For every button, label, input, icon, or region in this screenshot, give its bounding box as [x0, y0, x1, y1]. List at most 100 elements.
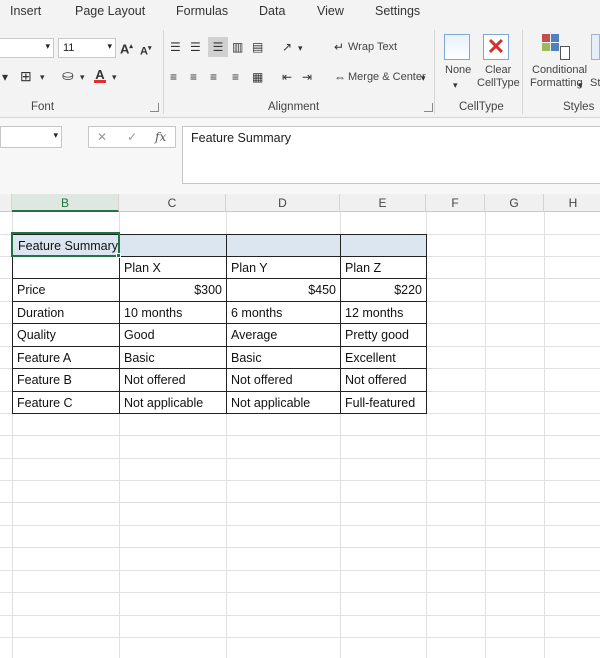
merge-center-button[interactable]: Merge & Center	[348, 71, 426, 83]
align-top-icon[interactable]: ☰	[170, 40, 181, 54]
align-justify-icon[interactable]: ≡	[232, 70, 239, 84]
cell-value[interactable]: Good	[120, 324, 159, 346]
cell-value[interactable]: 6 months	[227, 302, 286, 324]
wrap-text-button[interactable]: Wrap Text	[348, 41, 397, 53]
column-header-c[interactable]: C	[119, 194, 226, 212]
align-right-icon[interactable]: ≡	[210, 70, 217, 84]
tab-settings[interactable]: Settings	[375, 4, 420, 18]
cell-value[interactable]: Not offered	[120, 369, 190, 391]
chevron-down-icon[interactable]: ▾	[40, 70, 45, 84]
cell-row-label[interactable]: Quality	[13, 324, 60, 346]
cell-header-plan-x[interactable]: Plan X	[120, 257, 165, 279]
none-celltype-button[interactable]: None	[445, 64, 471, 76]
tab-page-layout[interactable]: Page Layout	[75, 4, 145, 18]
cell-value[interactable]: Not applicable	[227, 392, 314, 414]
align-bottom-icon[interactable]: ☰	[208, 37, 228, 57]
cell-row-label[interactable]: Feature C	[13, 392, 77, 414]
tab-insert[interactable]: Insert	[10, 4, 41, 18]
cell-value[interactable]: Full-featured	[341, 392, 419, 414]
cell-value[interactable]: Not offered	[341, 369, 411, 391]
clear-celltype-label-line2[interactable]: CellType	[477, 77, 520, 89]
alignment-dialog-launcher[interactable]	[424, 103, 433, 112]
cell-styles-icon[interactable]	[591, 34, 600, 60]
clear-celltype-icon[interactable]: ✕	[483, 34, 509, 60]
font-family-box[interactable]: ▾	[0, 38, 54, 58]
conditional-formatting-label-line2[interactable]: Formatting	[530, 77, 583, 89]
column-header-g[interactable]: G	[485, 194, 544, 212]
cell-styles-label[interactable]: St	[590, 77, 600, 89]
formula-input[interactable]: Feature Summary	[182, 126, 600, 184]
increase-indent-icon[interactable]: ⇥	[302, 70, 312, 84]
insert-function-icon[interactable]: fx	[155, 130, 166, 144]
column-header-a[interactable]	[0, 194, 12, 212]
chevron-down-icon[interactable]: ▾	[453, 78, 458, 92]
font-color-icon[interactable]: A	[94, 68, 106, 83]
cell-value[interactable]: Basic	[227, 347, 266, 369]
worksheet-grid[interactable]: B C D E F G H Feature Summary Plan X Pla…	[0, 194, 600, 658]
cell-row-label[interactable]: Feature B	[13, 369, 76, 391]
align-distributed-icon[interactable]: ▦	[252, 70, 263, 84]
font-dialog-launcher[interactable]	[150, 103, 159, 112]
cell-value[interactable]: 12 months	[341, 302, 407, 324]
gridline	[0, 458, 600, 459]
decrease-font-icon[interactable]: A▾	[140, 42, 151, 59]
fill-handle[interactable]	[116, 253, 121, 258]
cell-value[interactable]: Average	[227, 324, 281, 346]
tab-data[interactable]: Data	[259, 4, 285, 18]
fill-color-icon[interactable]: ⛀	[62, 68, 74, 82]
clear-celltype-label-line1[interactable]: Clear	[485, 64, 511, 76]
column-header-d[interactable]: D	[226, 194, 340, 212]
cell-value[interactable]: Basic	[120, 347, 159, 369]
orientation-icon[interactable]: ↗	[282, 40, 292, 54]
cell-value[interactable]: $300	[120, 279, 226, 301]
distributed-icon[interactable]: ▤	[252, 40, 263, 54]
gridline	[0, 615, 600, 616]
cell-row-label[interactable]: Price	[13, 279, 49, 301]
cell-header-plan-z[interactable]: Plan Z	[341, 257, 385, 279]
merge-center-icon[interactable]: ⇔	[334, 70, 346, 84]
cell-value[interactable]: Not applicable	[120, 392, 207, 414]
font-size-box[interactable]: 11 ▾	[58, 38, 116, 58]
chevron-down-icon[interactable]: ▾	[421, 71, 426, 85]
cell-value[interactable]: $220	[341, 279, 426, 301]
enter-icon[interactable]: ✓	[127, 130, 137, 144]
cell-header-plan-y[interactable]: Plan Y	[227, 257, 272, 279]
decrease-indent-icon[interactable]: ⇤	[282, 70, 292, 84]
chevron-down-icon[interactable]: ▾	[578, 78, 583, 92]
tab-view[interactable]: View	[317, 4, 344, 18]
wrap-text-icon[interactable]: ↵	[334, 40, 344, 54]
align-left-icon[interactable]: ≡	[170, 70, 177, 84]
cell-row-label[interactable]: Feature A	[13, 347, 75, 369]
borders-icon[interactable]: ⊞	[20, 69, 32, 83]
chevron-down-icon[interactable]: ▾	[112, 70, 117, 84]
cancel-icon[interactable]: ✕	[97, 130, 107, 144]
font-size-value: 11	[63, 42, 75, 54]
cell-value[interactable]: 10 months	[120, 302, 186, 324]
gridline	[0, 592, 600, 593]
chevron-down-icon[interactable]: ▾	[298, 41, 303, 55]
cell-value[interactable]: $450	[227, 279, 340, 301]
chevron-down-icon[interactable]: ▾	[80, 70, 85, 84]
align-center-icon[interactable]: ≡	[190, 70, 197, 84]
column-header-f[interactable]: F	[426, 194, 485, 212]
name-box[interactable]: ▾	[0, 126, 62, 148]
cell-value[interactable]: Excellent	[341, 347, 400, 369]
tab-formulas[interactable]: Formulas	[176, 4, 228, 18]
group-label-styles: Styles	[563, 101, 595, 113]
chevron-down-icon[interactable]: ▾	[53, 130, 58, 141]
justify-icon[interactable]: ▥	[232, 40, 243, 54]
increase-font-icon[interactable]: A▴	[120, 40, 133, 56]
cell-value[interactable]: Not offered	[227, 369, 297, 391]
column-header-b[interactable]: B	[12, 194, 119, 212]
gridline	[0, 502, 600, 503]
align-middle-icon[interactable]: ☰	[190, 40, 201, 54]
none-celltype-icon[interactable]	[444, 34, 470, 60]
conditional-formatting-icon[interactable]	[542, 34, 570, 60]
column-header-e[interactable]: E	[340, 194, 426, 212]
cell-value[interactable]: Pretty good	[341, 324, 413, 346]
cell-row-label[interactable]: Duration	[13, 302, 68, 324]
column-header-h[interactable]: H	[544, 194, 600, 212]
chevron-down-icon: ▾	[45, 41, 50, 51]
chevron-down-icon[interactable]: ▾	[2, 70, 8, 84]
conditional-formatting-label-line1[interactable]: Conditional	[532, 64, 587, 76]
